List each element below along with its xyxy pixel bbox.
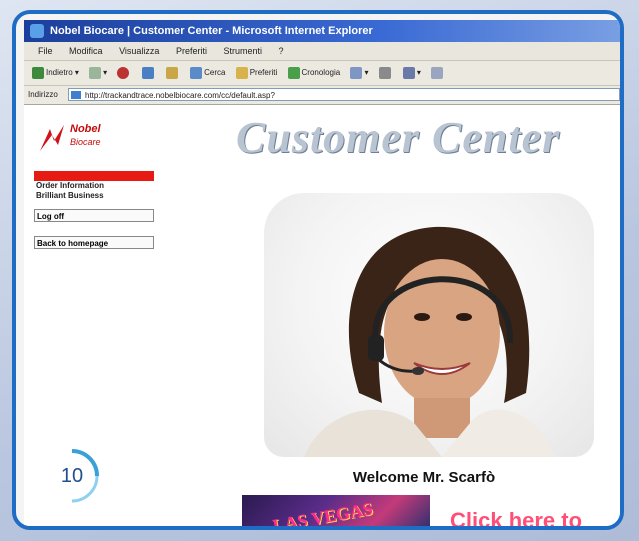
forward-button[interactable]: ▾	[89, 61, 107, 85]
logo-text-nobel: Nobel	[70, 123, 101, 135]
menu-favorites[interactable]: Preferiti	[176, 46, 207, 56]
back-to-homepage-button[interactable]: Back to homepage	[34, 236, 154, 249]
search-button[interactable]: Cerca	[190, 61, 225, 85]
operator-photo	[264, 193, 594, 457]
home-button[interactable]	[165, 61, 180, 85]
back-button[interactable]: Indietro ▾	[32, 61, 79, 85]
window-titlebar: Nobel Biocare | Customer Center - Micros…	[24, 20, 620, 42]
discuss-icon	[431, 66, 444, 79]
discuss-button[interactable]	[431, 61, 445, 85]
sidebar-menu: Order Information Brilliant Business Log…	[34, 171, 154, 249]
edit-icon	[402, 66, 415, 79]
step-number: 10	[60, 465, 84, 487]
nobel-logo-mark	[40, 125, 64, 151]
address-bar: Indirizzo http://trackandtrace.nobelbioc…	[24, 86, 620, 105]
web-page: Nobel Biocare Order Information Brillian…	[24, 105, 620, 526]
menu-help[interactable]: ?	[279, 46, 284, 56]
ie-icon	[30, 24, 44, 38]
url-text: http://trackandtrace.nobelbiocare.com/cc…	[85, 91, 275, 100]
url-field[interactable]: http://trackandtrace.nobelbiocare.com/cc…	[68, 88, 620, 101]
print-button[interactable]	[378, 61, 393, 85]
page-icon	[71, 91, 81, 99]
operator-illustration	[304, 226, 554, 457]
mail-icon	[350, 66, 363, 79]
menu-bar: File Modifica Visualizza Preferiti Strum…	[24, 42, 620, 61]
search-label: Cerca	[204, 68, 226, 77]
history-button[interactable]: Cronologia	[287, 61, 341, 85]
refresh-icon	[141, 66, 154, 79]
menu-file[interactable]: File	[38, 46, 53, 56]
menu-edit[interactable]: Modifica	[69, 46, 103, 56]
logoff-button[interactable]: Log off	[34, 209, 154, 222]
favorites-icon	[235, 66, 248, 79]
stop-button[interactable]	[117, 61, 131, 85]
refresh-button[interactable]	[141, 61, 156, 85]
sidebar-item-order-information[interactable]: Order Information	[34, 181, 154, 191]
home-icon	[165, 66, 178, 79]
address-label: Indirizzo	[28, 90, 58, 99]
page-title: Customer Center	[236, 113, 561, 162]
window-title: Nobel Biocare | Customer Center - Micros…	[50, 25, 373, 37]
back-arrow-icon	[32, 66, 44, 79]
search-icon	[190, 66, 203, 79]
edit-button[interactable]: ▾	[402, 61, 421, 85]
sidebar-item-brilliant-business[interactable]: Brilliant Business	[34, 191, 154, 201]
stop-icon	[117, 66, 130, 79]
menu-view[interactable]: Visualizza	[119, 46, 159, 56]
click-here-link[interactable]: Click here to	[450, 508, 582, 526]
logo-text-biocare: Biocare	[70, 137, 101, 147]
mail-button[interactable]: ▾	[350, 61, 368, 85]
sidebar-selected-item[interactable]	[34, 171, 154, 181]
nobel-biocare-logo[interactable]: Nobel Biocare	[34, 119, 134, 159]
menu-tools[interactable]: Strumenti	[223, 46, 262, 56]
browser-toolbar: Indietro ▾ ▾ Cerca Preferiti Cronologia …	[24, 61, 620, 86]
welcome-message: Welcome Mr. Scarfò	[352, 469, 496, 486]
forward-arrow-icon	[89, 66, 102, 79]
favorites-label: Preferiti	[249, 68, 278, 77]
screenshot-frame: Nobel Biocare | Customer Center - Micros…	[12, 10, 624, 530]
favorites-button[interactable]: Preferiti	[235, 61, 278, 85]
history-icon	[287, 66, 300, 79]
print-icon	[378, 66, 391, 79]
back-label: Indietro	[46, 68, 73, 77]
history-label: Cronologia	[301, 68, 341, 77]
step-number-badge: 10	[44, 448, 100, 504]
